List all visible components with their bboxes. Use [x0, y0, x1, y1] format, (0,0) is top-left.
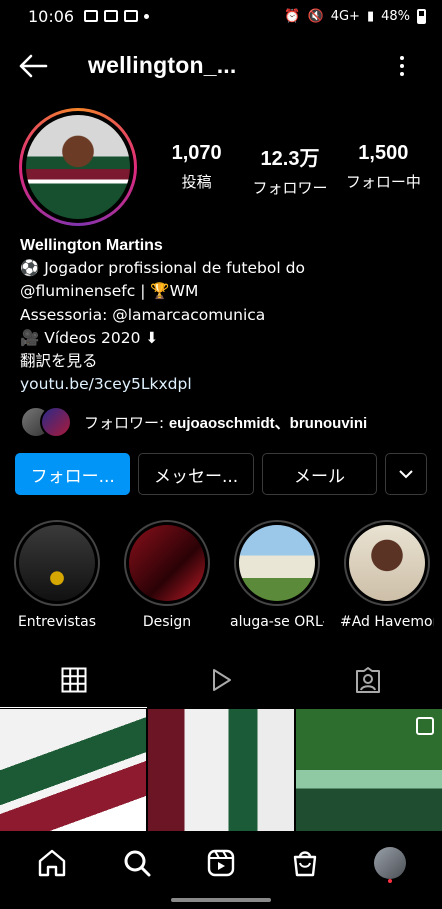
back-arrow-icon[interactable] [18, 52, 48, 80]
bio-line: ⚽ Jogador profissional de futebol do [20, 259, 305, 278]
bio-line: Assessoria: @lamarcacomunica [20, 305, 266, 324]
tab-reels[interactable] [147, 652, 294, 708]
follower-avatar [40, 406, 72, 438]
stat-following[interactable]: 1,500 フォロー中 [337, 142, 430, 198]
stat-label: フォロワー [252, 179, 328, 197]
tab-tagged[interactable] [295, 652, 442, 708]
nav-home[interactable] [32, 843, 72, 883]
battery-icon [417, 8, 426, 24]
highlight-label: #Ad Havemon... [340, 614, 434, 630]
bio-website-link[interactable]: youtu.be/3cey5Lkxdpl [20, 373, 430, 396]
nav-profile[interactable] [370, 843, 410, 883]
status-right: ⏰ 🔇 4G+ ▮ 48% [284, 8, 426, 24]
nav-search[interactable] [117, 843, 157, 883]
profile-full-name: Wellington Martins [20, 237, 163, 254]
more-notifications-icon [144, 13, 150, 19]
stat-value: 1,500 [358, 142, 409, 164]
stat-posts[interactable]: 1,070 投稿 [150, 142, 243, 198]
message-button[interactable]: メッセー... [138, 453, 254, 495]
search-icon [124, 850, 151, 877]
stat-label: フォロー中 [345, 173, 421, 191]
post-thumbnail[interactable] [148, 709, 294, 831]
highlight-label: aluga-se ORL-... [230, 614, 324, 630]
stat-followers[interactable]: 12.3万 フォロワー [243, 142, 336, 198]
gallery-icon [84, 10, 99, 22]
signal-icon: ▮ [366, 8, 375, 24]
highlight-item[interactable]: Entrevistas [10, 520, 104, 630]
chevron-down-icon [399, 470, 413, 479]
followed-by-names: eujoaoschmidt、brunouvini [168, 414, 368, 432]
highlight-item[interactable]: #Ad Havemon... [340, 520, 434, 630]
tab-grid[interactable] [0, 652, 148, 708]
profile-bio: Wellington Martins ⚽ Jogador profissiona… [20, 234, 430, 396]
status-notification-icons [84, 10, 150, 22]
nav-shop[interactable] [285, 843, 325, 883]
tagged-icon [356, 667, 381, 693]
top-bar: wellington_... [0, 40, 442, 92]
gesture-bar [171, 898, 271, 902]
highlight-item[interactable]: aluga-se ORL-... [230, 520, 324, 630]
follow-button[interactable]: フォロー... [15, 453, 131, 495]
followed-by[interactable]: フォロワー: eujoaoschmidt、brunouvini [20, 404, 367, 440]
shop-icon [294, 851, 317, 877]
reels-icon [207, 849, 235, 877]
mute-icon: 🔇 [307, 8, 324, 24]
stat-value: 12.3万 [260, 148, 320, 170]
network-label: 4G+ [330, 8, 360, 24]
status-bar: 10:06 ⏰ 🔇 4G+ ▮ 48% [0, 0, 442, 32]
suggested-dropdown-button[interactable] [385, 453, 427, 495]
followed-by-text: フォロワー: eujoaoschmidt、brunouvini [84, 413, 368, 432]
alarm-icon: ⏰ [284, 8, 301, 24]
home-icon [38, 849, 66, 877]
highlight-label: Design [142, 614, 192, 630]
stat-label: 投稿 [181, 173, 212, 191]
news-icon [124, 10, 139, 22]
reels-icon [212, 669, 231, 691]
story-highlights: Entrevistas Design aluga-se ORL-... #Ad … [10, 520, 442, 630]
email-button[interactable]: メール [261, 453, 378, 495]
notification-dot-icon [387, 879, 392, 883]
status-time: 10:06 [28, 6, 75, 26]
posts-grid [0, 709, 442, 831]
profile-actions: フォロー... メッセー... メール [15, 453, 427, 495]
profile-avatar-icon [373, 847, 406, 879]
bio-line: @fluminensefc | 🏆WM [20, 282, 199, 301]
stat-value: 1,070 [171, 142, 222, 164]
profile-tabs [0, 652, 442, 708]
profile-avatar[interactable] [19, 108, 137, 226]
bio-line: 🎥 Vídeos 2020 ⬇ [20, 328, 159, 347]
profile-stats: 1,070 投稿 12.3万 フォロワー 1,500 フォロー中 [150, 142, 430, 198]
more-options-icon[interactable] [392, 52, 412, 80]
post-thumbnail[interactable] [296, 709, 442, 831]
bottom-navigation [0, 834, 442, 892]
nav-reels[interactable] [201, 843, 241, 883]
battery-label: 48% [381, 8, 410, 24]
highlight-item[interactable]: Design [120, 520, 214, 630]
youtube-icon [104, 10, 119, 22]
post-thumbnail[interactable] [0, 709, 146, 831]
carousel-icon [416, 717, 434, 735]
translate-link[interactable]: 翻訳を見る [20, 350, 430, 373]
highlight-label: Entrevistas [17, 614, 97, 630]
profile-username: wellington_... [88, 52, 237, 78]
grid-icon [61, 667, 87, 693]
